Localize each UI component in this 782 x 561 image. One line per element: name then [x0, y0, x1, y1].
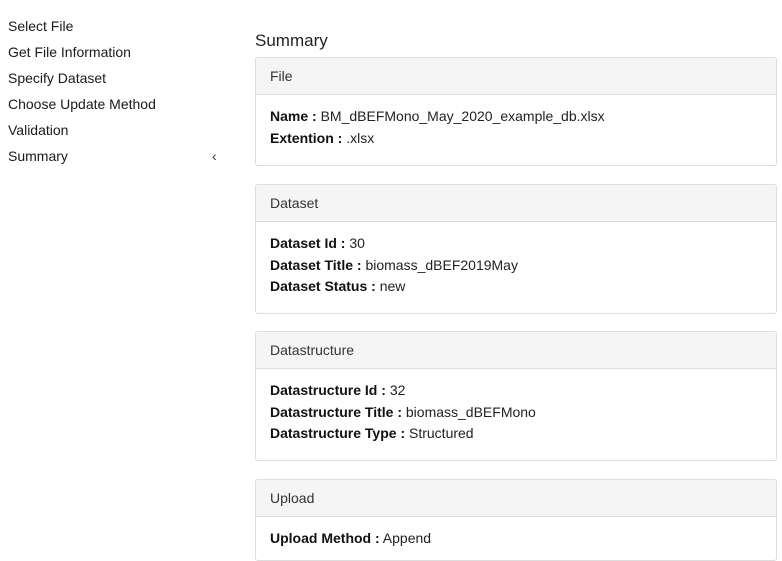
field-label: Dataset Id :: [270, 235, 346, 251]
sidebar-item-choose-update-method[interactable]: Choose Update Method: [0, 91, 232, 117]
datastructure-panel: Datastructure Datastructure Id : 32 Data…: [255, 331, 777, 461]
panel-heading: File: [256, 58, 776, 95]
file-extension-row: Extention : .xlsx: [270, 128, 762, 150]
field-value: new: [379, 278, 406, 294]
field-label: Upload Method :: [270, 530, 380, 546]
sidebar-item-get-file-information[interactable]: Get File Information: [0, 39, 232, 65]
panel-heading: Datastructure: [256, 332, 776, 369]
panel-body: Datastructure Id : 32 Datastructure Titl…: [256, 369, 776, 445]
field-value: Append: [382, 530, 432, 546]
file-panel: File Name : BM_dBEFMono_May_2020_example…: [255, 57, 777, 166]
field-value: Structured: [409, 425, 474, 441]
sidebar-item-summary[interactable]: Summary ‹: [0, 143, 232, 169]
datastructure-id-row: Datastructure Id : 32: [270, 380, 762, 402]
sidebar-item-specify-dataset[interactable]: Specify Dataset: [0, 65, 232, 91]
field-label: Datastructure Id :: [270, 382, 386, 398]
field-label: Datastructure Type :: [270, 425, 406, 441]
field-label: Name :: [270, 108, 317, 124]
field-value: 30: [349, 235, 365, 251]
sidebar-item-validation[interactable]: Validation: [0, 117, 232, 143]
field-value: biomass_dBEF2019May: [365, 256, 518, 273]
datastructure-type-row: Datastructure Type : Structured: [270, 423, 762, 445]
dataset-status-row: Dataset Status : new: [270, 276, 762, 298]
wizard-sidebar: Select File Get File Information Specify…: [0, 13, 232, 169]
field-value: biomass_dBEFMono: [405, 403, 536, 420]
field-label: Datastructure Title :: [270, 403, 402, 420]
datastructure-title-row: Datastructure Title : biomass_dBEFMono: [270, 402, 762, 424]
sidebar-item-select-file[interactable]: Select File: [0, 13, 232, 39]
file-name-row: Name : BM_dBEFMono_May_2020_example_db.x…: [270, 106, 762, 128]
upload-panel: Upload Upload Method : Append: [255, 479, 777, 561]
panel-body: Dataset Id : 30 Dataset Title : biomass_…: [256, 222, 776, 298]
chevron-left-icon: ‹: [212, 148, 217, 164]
dataset-id-row: Dataset Id : 30: [270, 233, 762, 255]
field-value: BM_dBEFMono_May_2020_example_db.xlsx: [320, 108, 605, 124]
dataset-panel: Dataset Dataset Id : 30 Dataset Title : …: [255, 184, 777, 314]
dataset-title-row: Dataset Title : biomass_dBEF2019May: [270, 255, 762, 277]
field-value: .xlsx: [346, 129, 375, 146]
page-title: Summary: [255, 31, 328, 50]
sidebar-item-label: Select File: [8, 18, 74, 34]
sidebar-item-label: Specify Dataset: [8, 70, 107, 86]
panel-heading: Dataset: [256, 185, 776, 222]
upload-method-row: Upload Method : Append: [270, 528, 762, 550]
panel-heading: Upload: [256, 480, 776, 517]
field-label: Extention :: [270, 129, 343, 146]
sidebar-item-label: Choose Update Method: [8, 96, 156, 112]
sidebar-item-label: Validation: [8, 122, 69, 138]
sidebar-item-label: Get File Information: [8, 44, 131, 60]
sidebar-item-label: Summary: [8, 148, 68, 164]
panel-body: Name : BM_dBEFMono_May_2020_example_db.x…: [256, 95, 776, 149]
field-value: 32: [389, 382, 406, 398]
field-label: Dataset Title :: [270, 256, 362, 273]
field-label: Dataset Status :: [270, 278, 376, 294]
